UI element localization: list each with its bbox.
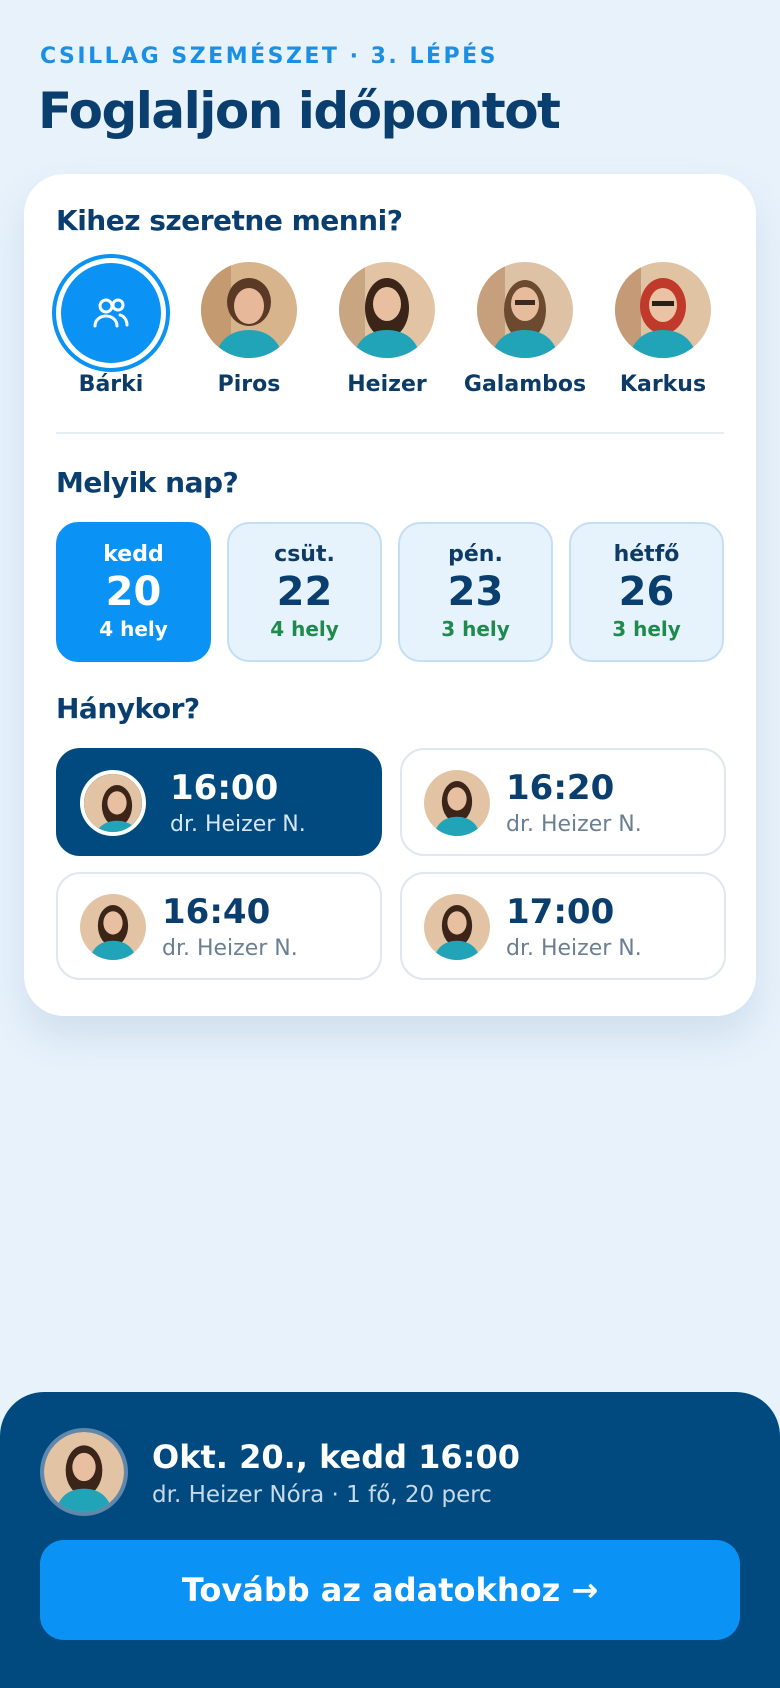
doctor-avatar — [80, 894, 146, 960]
doctor-section-title: Kihez szeretne menni? — [56, 204, 403, 237]
slot-doctor: dr. Heizer N. — [162, 936, 298, 961]
day-free-slots: 3 hely — [612, 617, 681, 641]
day-date: 23 — [447, 569, 504, 615]
doctor-avatar — [615, 262, 711, 358]
continue-button[interactable]: Tovább az adatokhoz → — [40, 1540, 740, 1640]
doctor-option-anyone[interactable]: Bárki — [46, 254, 176, 404]
doctor-option-piros[interactable]: Piros — [184, 254, 314, 404]
day-free-slots: 4 hely — [270, 617, 339, 641]
time-slot-1600[interactable]: 16:00 dr. Heizer N. — [56, 748, 382, 856]
doctor-option-heizer[interactable]: Heizer — [322, 254, 452, 404]
doctor-picker: Bárki Piros Heizer Galambos Karkus — [52, 254, 728, 404]
day-option-20[interactable]: kedd 20 4 hely — [56, 522, 211, 662]
booking-card: Kihez szeretne menni? Bárki Piros Heizer… — [24, 174, 756, 1016]
time-slot-1620[interactable]: 16:20 dr. Heizer N. — [400, 748, 726, 856]
doctor-avatar — [424, 770, 490, 836]
step-eyebrow: CSILLAG SZEMÉSZET · 3. LÉPÉS — [40, 44, 498, 69]
people-icon — [61, 263, 161, 363]
section-divider — [56, 432, 724, 434]
day-picker: kedd 20 4 hely csüt. 22 4 hely pén. 23 3… — [56, 522, 726, 662]
doctor-name: Galambos — [463, 372, 587, 397]
day-option-23[interactable]: pén. 23 3 hely — [398, 522, 553, 662]
doctor-name: Piros — [217, 372, 281, 397]
slot-time: 17:00 — [506, 892, 615, 932]
day-date: 26 — [618, 569, 675, 615]
day-name: csüt. — [274, 542, 335, 567]
day-free-slots: 4 hely — [99, 617, 168, 641]
slot-doctor: dr. Heizer N. — [170, 812, 306, 837]
time-slot-1700[interactable]: 17:00 dr. Heizer N. — [400, 872, 726, 980]
doctor-avatar — [40, 1428, 128, 1516]
doctor-avatar — [201, 262, 297, 358]
time-slot-1640[interactable]: 16:40 dr. Heizer N. — [56, 872, 382, 980]
day-free-slots: 3 hely — [441, 617, 510, 641]
doctor-avatar — [477, 262, 573, 358]
summary-datetime: Okt. 20., kedd 16:00 — [152, 1438, 520, 1476]
day-option-26[interactable]: hétfő 26 3 hely — [569, 522, 724, 662]
doctor-avatar — [339, 262, 435, 358]
doctor-option-galambos[interactable]: Galambos — [460, 254, 590, 404]
doctor-name: Heizer — [347, 372, 427, 397]
slot-time: 16:00 — [170, 768, 279, 808]
day-option-22[interactable]: csüt. 22 4 hely — [227, 522, 382, 662]
day-date: 20 — [105, 569, 162, 615]
doctor-avatar — [424, 894, 490, 960]
day-date: 22 — [276, 569, 333, 615]
booking-summary-bar: Okt. 20., kedd 16:00 dr. Heizer Nóra · 1… — [0, 1392, 780, 1688]
doctor-option-karkus[interactable]: Karkus — [598, 254, 728, 404]
doctor-avatar — [80, 770, 146, 836]
day-name: hétfő — [613, 542, 680, 567]
slot-time: 16:20 — [506, 768, 615, 808]
selected-ring — [52, 254, 170, 372]
page-title: Foglaljon időpontot — [38, 82, 561, 140]
day-name: pén. — [448, 542, 503, 567]
slot-doctor: dr. Heizer N. — [506, 812, 642, 837]
doctor-name: Bárki — [78, 372, 144, 397]
slot-time: 16:40 — [162, 892, 271, 932]
slot-doctor: dr. Heizer N. — [506, 936, 642, 961]
time-section-title: Hánykor? — [56, 692, 200, 725]
day-name: kedd — [103, 542, 164, 567]
summary-details: dr. Heizer Nóra · 1 fő, 20 perc — [152, 1482, 492, 1508]
doctor-name: Karkus — [619, 372, 707, 397]
time-picker: 16:00 dr. Heizer N. 16:20 dr. Heizer N. — [56, 748, 726, 996]
day-section-title: Melyik nap? — [56, 466, 239, 499]
